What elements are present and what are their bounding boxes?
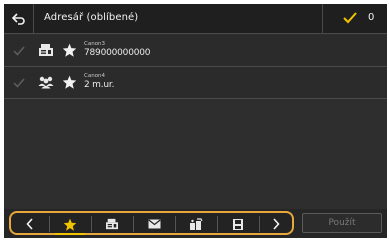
entry-name: Canon3 (84, 41, 106, 47)
email-tab-button[interactable] (139, 215, 169, 233)
email-icon (147, 219, 161, 229)
chevron-left-icon (26, 218, 33, 230)
toolbar-divider (217, 216, 218, 232)
file-server-tab-button[interactable] (181, 215, 211, 233)
active-tab-indicator (55, 233, 85, 235)
star-icon (62, 43, 77, 57)
entry-value: 789000000000 (84, 48, 151, 58)
list-item[interactable]: Canon4 2 m.ur. (4, 67, 387, 99)
bottom-bar: Použít (4, 209, 387, 238)
memory-media-icon (233, 218, 243, 230)
toolbar-divider (133, 216, 134, 232)
star-icon (63, 218, 77, 231)
page-title: Adresář (oblíbené) (44, 12, 139, 23)
selected-check-icon (343, 12, 357, 24)
back-arrow-icon (11, 13, 25, 25)
favorites-tab-button[interactable] (55, 215, 85, 233)
group-icon (38, 76, 54, 89)
fax-icon (39, 44, 53, 56)
address-book-screen: Adresář (oblíbené) 0 Canon3 789000000000 (4, 4, 387, 238)
toolbar-divider (49, 216, 50, 232)
header-bar: Adresář (oblíbené) 0 (4, 4, 387, 34)
memory-media-tab-button[interactable] (223, 215, 253, 233)
toolbar-divider (175, 216, 176, 232)
entry-value: 2 m.ur. (84, 80, 115, 90)
fax-tab-button[interactable] (97, 215, 127, 233)
fax-icon (106, 218, 118, 230)
address-type-toolbar (9, 211, 294, 235)
apply-button[interactable]: Použít (302, 213, 382, 233)
file-server-icon (190, 217, 203, 230)
checkbox-icon[interactable] (13, 78, 25, 88)
toolbar-divider (259, 216, 260, 232)
header-divider (322, 4, 323, 34)
back-button[interactable] (4, 4, 34, 34)
star-icon (62, 75, 77, 89)
address-list: Canon3 789000000000 Canon4 2 m.ur. (4, 35, 387, 99)
scroll-right-button[interactable] (261, 215, 291, 233)
toolbar-divider (91, 216, 92, 232)
checkbox-icon[interactable] (13, 46, 25, 56)
entry-name: Canon4 (84, 73, 106, 79)
chevron-right-icon (273, 218, 280, 230)
list-item[interactable]: Canon3 789000000000 (4, 35, 387, 67)
scroll-left-button[interactable] (15, 215, 45, 233)
selected-count: 0 (368, 12, 375, 23)
